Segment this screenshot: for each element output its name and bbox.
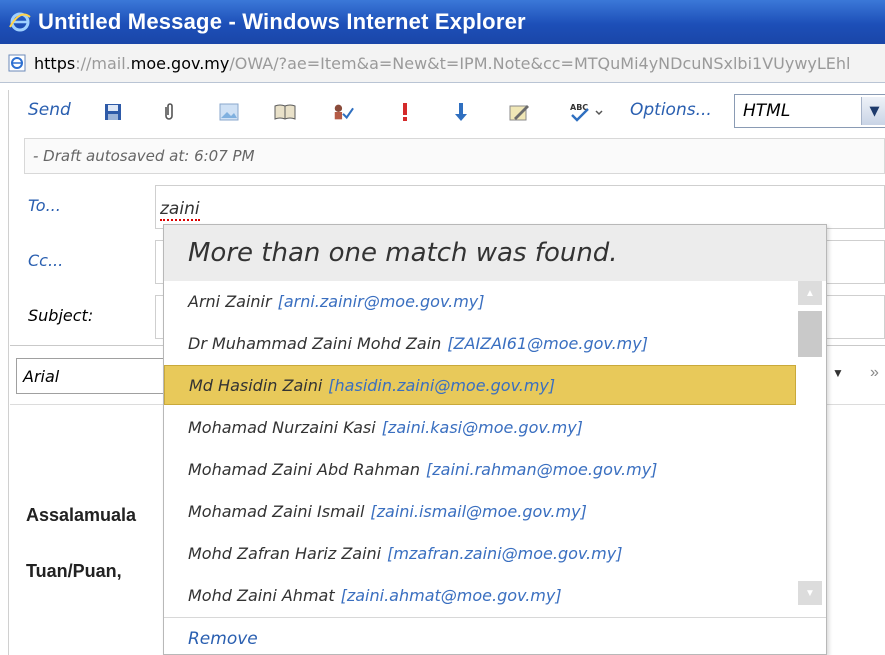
popup-header-text: More than one match was found.	[188, 238, 618, 268]
spell-check-icon[interactable]: ABC	[566, 101, 610, 123]
to-field-value: zaini	[160, 199, 200, 221]
match-item[interactable]: Mohd Zafran Hariz Zaini [mzafran.zaini@mo…	[164, 533, 796, 573]
font-select[interactable]: Arial	[16, 358, 186, 394]
check-names-icon[interactable]	[332, 101, 354, 123]
subject-label: Subject:	[28, 306, 94, 325]
body-line-1[interactable]: Assalamuala	[26, 505, 136, 526]
body-line-2[interactable]: Tuan/Puan,	[26, 561, 122, 582]
address-book-icon[interactable]	[274, 101, 296, 123]
ie-logo-icon	[8, 10, 32, 34]
options-button[interactable]: Options...	[630, 100, 712, 120]
save-icon[interactable]	[102, 101, 124, 123]
send-button[interactable]: Send	[28, 100, 71, 120]
draft-notice-text: - Draft autosaved at: 6:07 PM	[33, 147, 255, 165]
more-options-icon[interactable]: »	[870, 364, 879, 382]
chevron-down-icon[interactable]: ▼	[861, 97, 885, 125]
scroll-up-icon[interactable]: ▲	[798, 281, 822, 305]
match-item[interactable]: Dr Muhammad Zaini Mohd Zain [ZAIZAI61@moe…	[164, 323, 796, 363]
to-field[interactable]	[155, 185, 885, 229]
popup-header: More than one match was found.	[164, 225, 826, 281]
match-item-selected[interactable]: Md Hasidin Zaini [hasidin.zaini@moe.gov.m…	[164, 365, 796, 405]
low-importance-icon[interactable]	[450, 101, 472, 123]
page-icon	[6, 52, 28, 74]
remove-link[interactable]: Remove	[188, 629, 258, 649]
cc-button[interactable]: Cc...	[28, 251, 63, 270]
title-bar: Untitled Message - Windows Internet Expl…	[0, 0, 885, 44]
dropdown-arrow-icon[interactable]: ▼	[832, 366, 844, 380]
format-select-value: HTML	[743, 101, 791, 121]
address-bar[interactable]: https://mail.moe.gov.my/OWA/?ae=Item&a=N…	[0, 44, 885, 83]
match-item[interactable]: Mohd Zaini Ahmat [zaini.ahmat@moe.gov.my]	[164, 575, 796, 615]
url-text[interactable]: https://mail.moe.gov.my/OWA/?ae=Item&a=N…	[34, 54, 851, 73]
match-item[interactable]: Arni Zainir [arni.zainir@moe.gov.my]	[164, 281, 796, 321]
popup-divider	[164, 617, 826, 618]
scroll-thumb[interactable]	[798, 311, 822, 357]
scroll-down-icon[interactable]: ▼	[798, 581, 822, 605]
image-icon[interactable]	[218, 101, 240, 123]
format-select[interactable]: HTML ▼	[734, 94, 885, 128]
high-importance-icon[interactable]	[394, 101, 416, 123]
match-item[interactable]: Mohamad Zaini Ismail [zaini.ismail@moe.go…	[164, 491, 796, 531]
to-button[interactable]: To...	[28, 196, 61, 215]
message-toolbar: Send ABC Options... HTML ▼	[10, 90, 885, 134]
window-title: Untitled Message - Windows Internet Expl…	[38, 9, 526, 34]
name-match-popup: More than one match was found. Arni Zain…	[163, 224, 827, 655]
signature-icon[interactable]	[508, 101, 530, 123]
match-item[interactable]: Mohamad Nurzaini Kasi [zaini.kasi@moe.gov…	[164, 407, 796, 447]
font-select-value: Arial	[23, 366, 60, 386]
draft-notice: - Draft autosaved at: 6:07 PM	[24, 138, 885, 174]
match-item[interactable]: Mohamad Zaini Abd Rahman [zaini.rahman@mo…	[164, 449, 796, 489]
attach-icon[interactable]	[158, 101, 180, 123]
left-border	[8, 90, 9, 655]
popup-scrollbar[interactable]: ▲ ▼	[798, 281, 822, 611]
